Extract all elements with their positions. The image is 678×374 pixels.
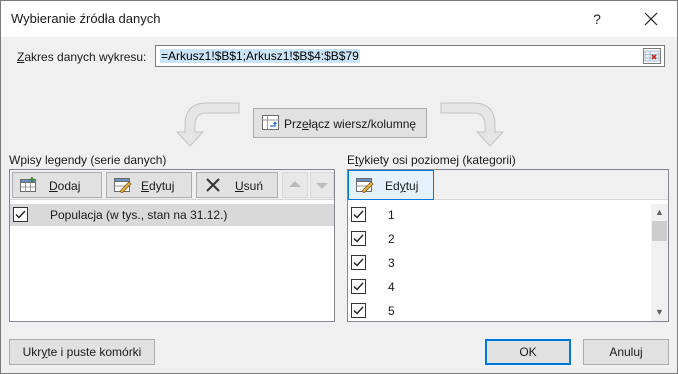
switch-row-column-button[interactable]: Przełącz wiersz/kolumnę [253,108,427,138]
checkmark-icon [353,234,364,243]
add-series-button[interactable]: Dodaj [12,172,102,198]
series-label: Populacja (w tys., stan na 31.12.) [50,208,228,222]
checkmark-icon [15,210,26,219]
category-checkbox[interactable] [351,207,366,222]
triangle-down-icon [316,183,328,189]
edit-series-button[interactable]: Edytuj [106,172,192,198]
scroll-up-icon[interactable]: ▲ [651,204,668,221]
triangle-up-icon [289,181,301,187]
chart-range-label: Zakres danych wykresu: [17,50,147,64]
checkmark-icon [353,258,364,267]
ok-button[interactable]: OK [485,339,571,365]
cancel-button[interactable]: Anuluj [583,339,669,365]
add-table-icon [20,177,38,193]
category-scrollbar[interactable]: ▲ ▼ [651,204,668,321]
scroll-thumb[interactable] [652,221,667,241]
edit-categories-button[interactable]: Edytuj [348,170,434,200]
edit-categories-label: Edytuj [385,179,419,193]
legend-toolbar: Dodaj Edytuj Usuń [10,170,334,200]
arrow-left-icon [175,102,240,147]
switch-row-column-icon [262,115,280,131]
category-checkbox[interactable] [351,279,366,294]
category-label: 1 [388,208,395,222]
series-checkbox[interactable] [13,207,28,222]
checkmark-icon [353,210,364,219]
select-data-source-dialog: Wybieranie źródła danych ? Zakres danych… [0,0,678,374]
close-button[interactable] [633,7,669,31]
move-down-button[interactable] [310,172,334,198]
checkmark-icon [353,306,364,315]
category-label: 4 [388,280,395,294]
help-button[interactable]: ? [583,7,611,31]
add-series-label: Dodaj [49,179,81,193]
dialog-title: Wybieranie źródła danych [11,11,161,26]
scroll-down-icon[interactable]: ▼ [651,304,668,321]
category-row[interactable]: 5 [348,300,668,322]
title-bar: Wybieranie źródła danych ? [1,1,677,37]
edit-series-label: Edytuj [141,179,175,193]
switch-row-column-label: Przełącz wiersz/kolumnę [284,117,417,131]
chart-range-value[interactable]: =Arkusz1!$B$1;Arkusz1!$B$4:$B$79 [160,49,360,63]
category-label: 2 [388,232,395,246]
arrow-right-icon [440,102,505,147]
close-icon [644,12,658,26]
legend-entries-title: Wpisy legendy (serie danych) [9,153,167,167]
category-checkbox[interactable] [351,231,366,246]
category-row[interactable]: 2 [348,228,668,250]
move-up-button[interactable] [282,172,308,198]
category-labels-title: Etykiety osi poziomej (kategorii) [347,153,516,167]
legend-entries-panel: Dodaj Edytuj Usuń Populacja (w tys., sta… [9,169,335,322]
series-row[interactable]: Populacja (w tys., stan na 31.12.) [10,204,334,226]
edit-table-icon [114,177,132,194]
category-checkbox[interactable] [351,255,366,270]
remove-series-label: Usuń [235,179,264,193]
remove-series-button[interactable]: Usuń [196,172,278,198]
range-select-icon[interactable] [643,48,661,64]
category-row[interactable]: 3 [348,252,668,274]
delete-x-icon [204,177,222,193]
checkmark-icon [353,282,364,291]
edit-table-icon [356,177,374,194]
category-row[interactable]: 1 [348,204,668,226]
chart-range-input[interactable]: =Arkusz1!$B$1;Arkusz1!$B$4:$B$79 [155,45,665,67]
category-label: 5 [388,304,395,318]
category-row[interactable]: 4 [348,276,668,298]
category-label: 3 [388,256,395,270]
hidden-empty-cells-button[interactable]: Ukryte i puste komórki [9,339,155,365]
category-toolbar: Edytuj [348,170,668,200]
category-checkbox[interactable] [351,303,366,318]
category-labels-panel: Edytuj 1 2 3 4 5 ▲ ▼ [347,169,669,322]
